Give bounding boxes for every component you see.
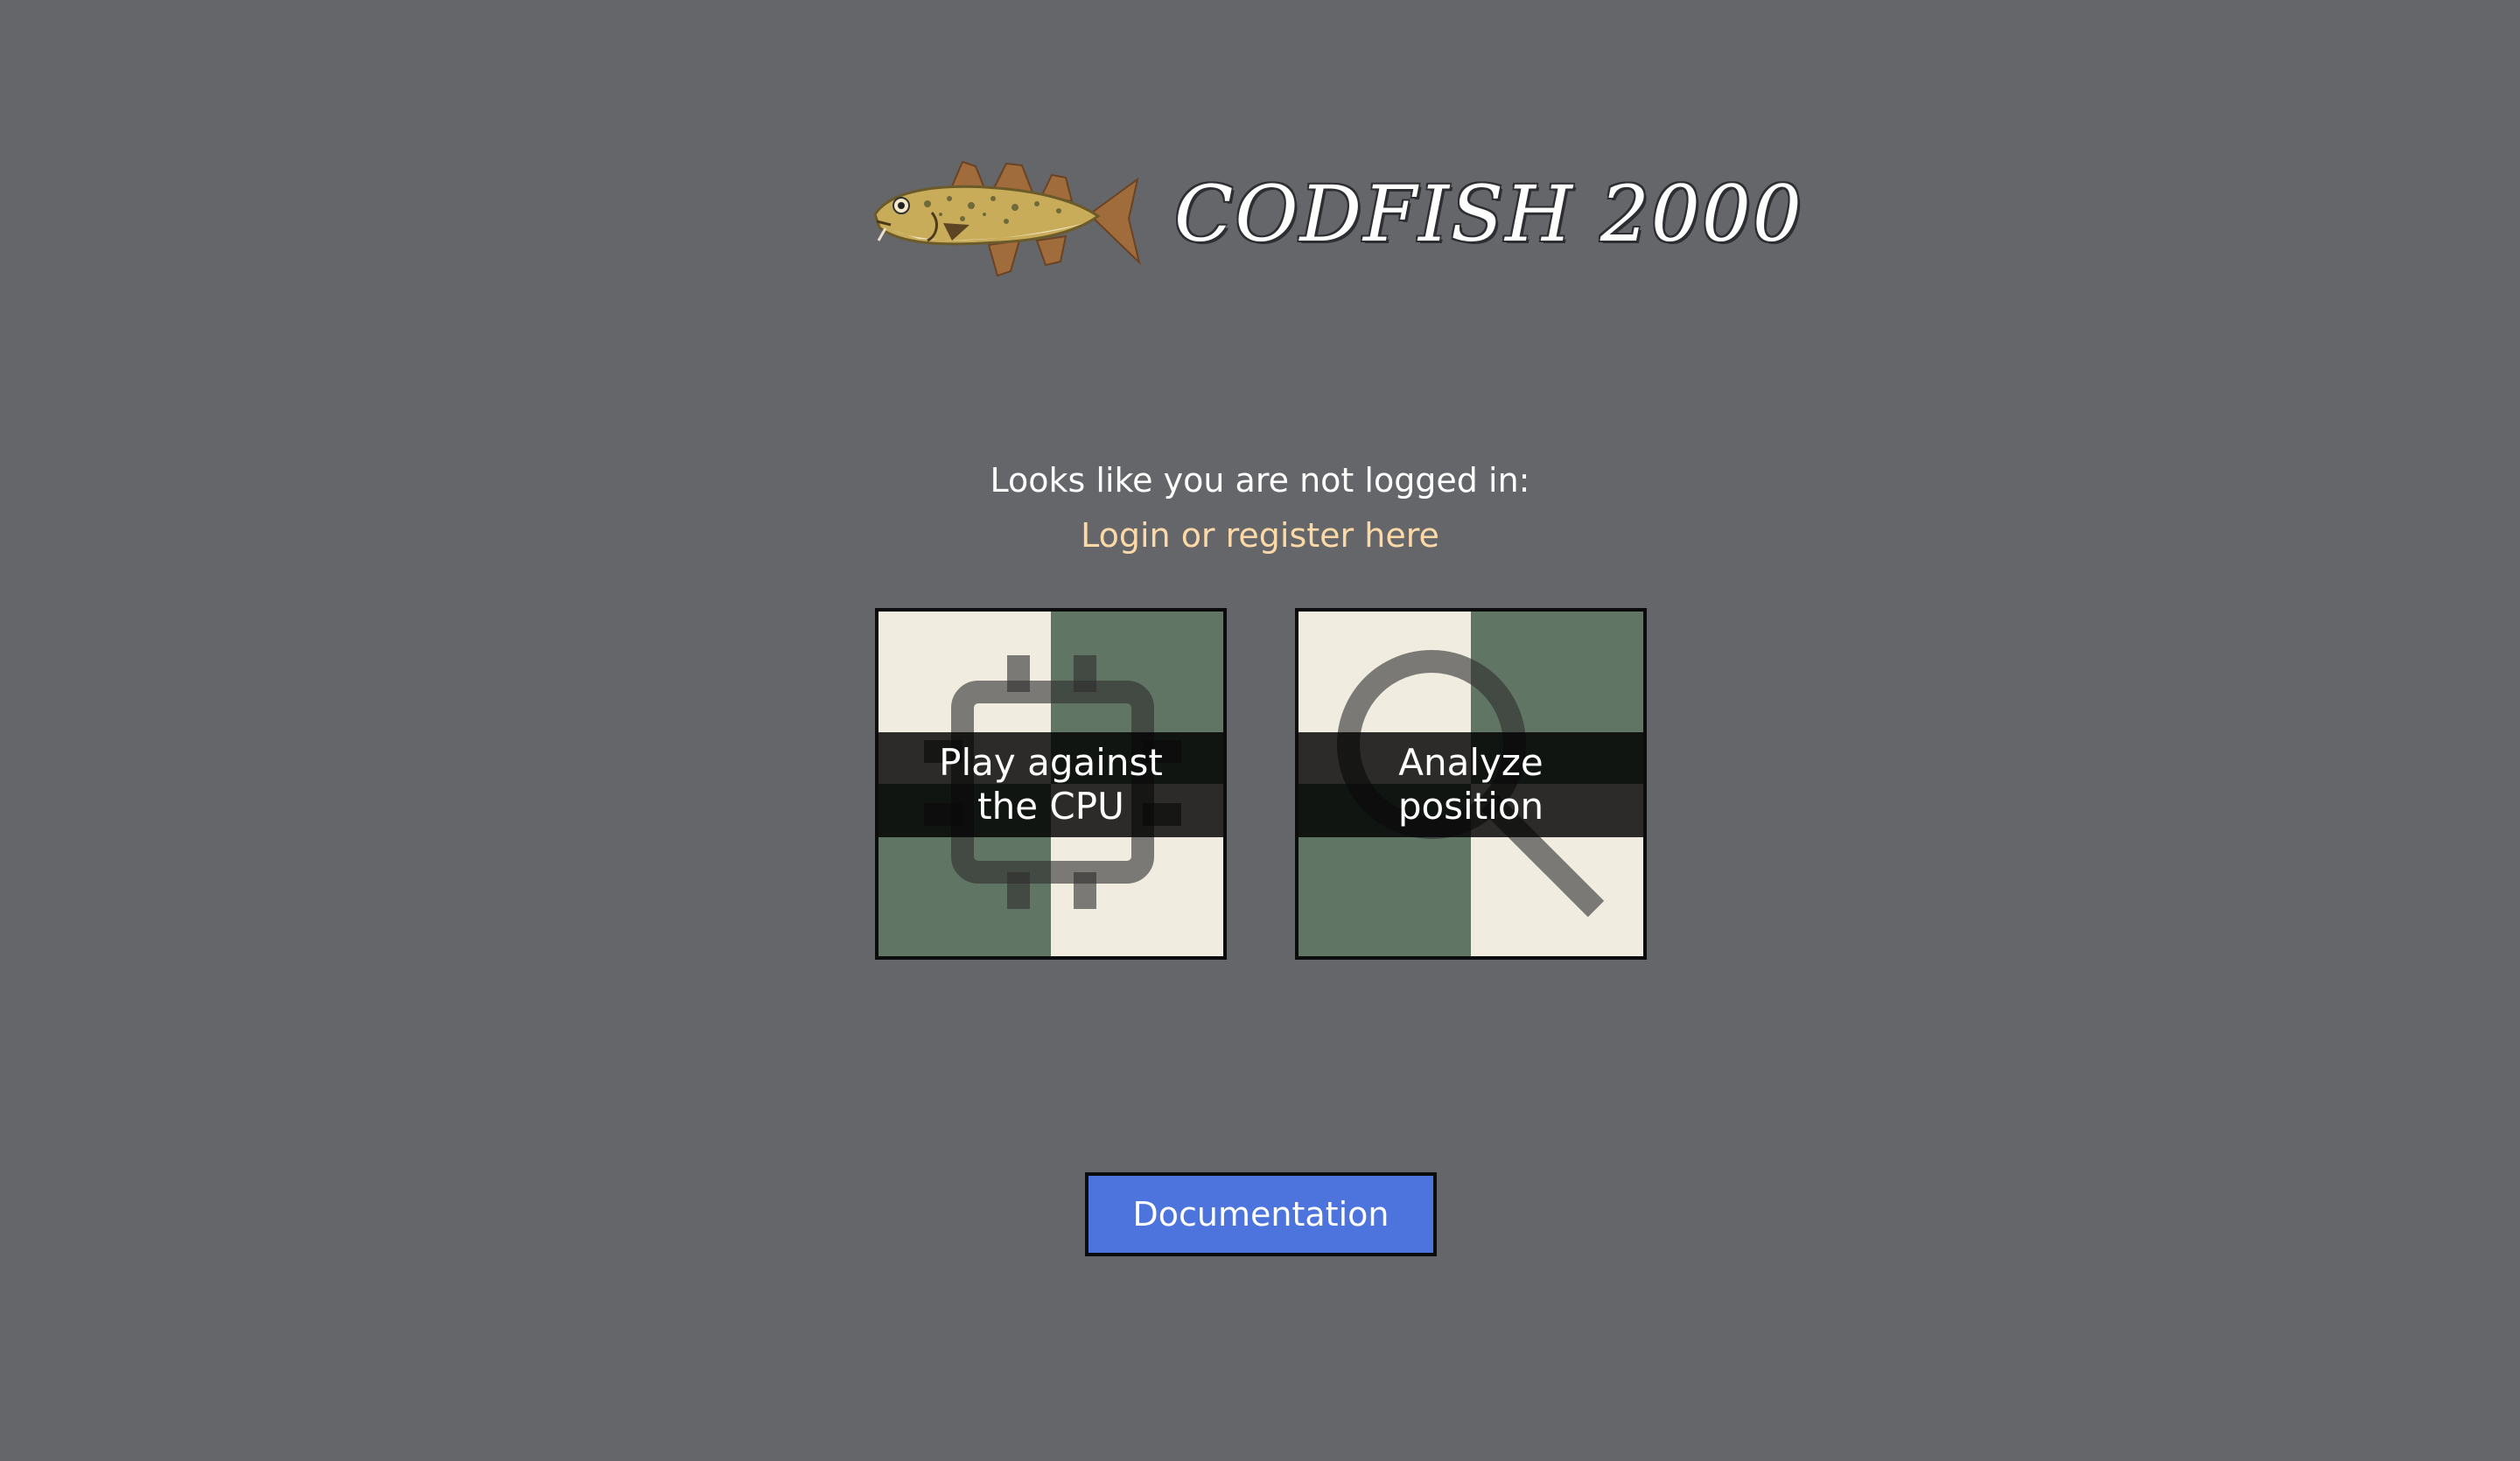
analyze-position-label: Analyze position xyxy=(1298,732,1643,837)
app-title: CODFISH 2000 xyxy=(1174,169,1803,259)
main-page: CODFISH 2000 Looks like you are not logg… xyxy=(0,0,2520,1461)
login-register-link[interactable]: Login or register here xyxy=(0,516,2520,555)
documentation-button[interactable]: Documentation xyxy=(1085,1172,1437,1256)
codfish-logo-icon xyxy=(873,160,1141,277)
analyze-position-tile[interactable]: Analyze position xyxy=(1295,608,1647,960)
login-notice: Looks like you are not logged in: xyxy=(990,461,1530,500)
play-cpu-label: Play against the CPU xyxy=(878,732,1223,837)
header: CODFISH 2000 xyxy=(866,153,1802,289)
play-cpu-tile[interactable]: Play against the CPU xyxy=(875,608,1227,960)
